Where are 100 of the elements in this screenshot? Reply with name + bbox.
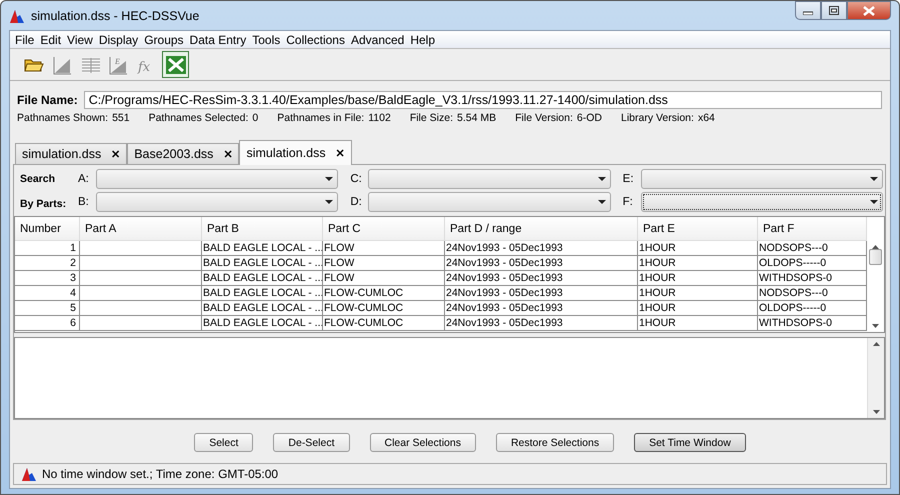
- file-tab[interactable]: simulation.dss ✕: [15, 143, 128, 164]
- menu-item[interactable]: Data Entry: [186, 32, 250, 46]
- info-value: 6-OD: [576, 112, 602, 124]
- table-cell: 24Nov1993 - 05Dec1993: [445, 286, 638, 300]
- file-tab[interactable]: simulation.dss ✕: [239, 140, 352, 165]
- dropdown-arrow-icon: [870, 200, 878, 204]
- action-button[interactable]: Set Time Window: [634, 433, 746, 452]
- status-text: No time window set.; Time zone: GMT-05:00: [42, 467, 278, 481]
- app-logo-icon: [9, 8, 25, 24]
- close-icon: [863, 6, 875, 16]
- table-cell: 2: [15, 256, 80, 270]
- table-cell: NODSOPS---0: [758, 286, 867, 300]
- column-header[interactable]: Part C: [323, 217, 445, 240]
- table-cell: 1HOUR: [638, 271, 758, 285]
- table-cell: 1HOUR: [638, 301, 758, 315]
- dropdown-arrow-icon: [598, 200, 606, 204]
- part-label: E:: [622, 173, 635, 185]
- scroll-up-icon: [872, 342, 880, 346]
- info-value: 1102: [368, 112, 391, 124]
- file-name-field[interactable]: C:/Programs/HEC-ResSim-3.3.1.40/Examples/base/BaldEagle_V3.1/rss/1993.11.27-1400/simulation.dss: [84, 91, 882, 109]
- info-value: 5.54 MB: [457, 112, 496, 124]
- maximize-button[interactable]: [821, 1, 847, 20]
- table-cell: 1HOUR: [638, 286, 758, 300]
- close-button[interactable]: [847, 1, 891, 20]
- tab-label: Base2003.dss: [134, 147, 214, 161]
- column-header[interactable]: Number: [15, 217, 80, 240]
- part-label: A:: [78, 173, 90, 185]
- info-value: 551: [112, 112, 130, 124]
- part-label: F:: [622, 196, 634, 208]
- table-cell: WITHDSOPS-0: [758, 271, 867, 285]
- column-header[interactable]: Part F: [758, 217, 867, 240]
- scrollbar[interactable]: [867, 338, 884, 418]
- column-header[interactable]: Part A: [80, 217, 202, 240]
- by-parts-label: By Parts:: [20, 198, 68, 210]
- table-cell: FLOW: [323, 241, 445, 255]
- menu-item[interactable]: Advanced: [348, 32, 408, 46]
- dropdown-arrow-icon: [870, 177, 878, 181]
- table-cell: 1HOUR: [638, 241, 758, 255]
- search-label: Search: [20, 173, 56, 186]
- action-button[interactable]: Restore Selections: [496, 433, 614, 452]
- tab-close-button[interactable]: ✕: [111, 148, 120, 160]
- menu-item[interactable]: Tools: [249, 32, 284, 46]
- menu-item[interactable]: Edit: [37, 32, 64, 46]
- table-cell: FLOW: [323, 271, 445, 285]
- part-label: D:: [350, 196, 362, 208]
- minimize-button[interactable]: [795, 1, 821, 20]
- info-label: File Version:: [515, 112, 573, 124]
- table-cell: 24Nov1993 - 05Dec1993: [445, 271, 638, 285]
- menu-item[interactable]: View: [64, 32, 96, 46]
- table-cell: 3: [15, 271, 80, 285]
- table-cell: 1HOUR: [638, 256, 758, 270]
- column-header[interactable]: Part E: [638, 217, 758, 240]
- part-dropdown[interactable]: [640, 192, 883, 212]
- column-header[interactable]: Part D / range: [445, 217, 638, 240]
- spreadsheet-icon: [164, 54, 186, 76]
- menu-item[interactable]: Help: [407, 32, 438, 46]
- table-cell: 24Nov1993 - 05Dec1993: [445, 316, 638, 330]
- table-cell: FLOW-CUMLOC: [323, 286, 445, 300]
- info-label: Library Version:: [620, 112, 694, 124]
- menu-item[interactable]: Display: [96, 32, 142, 46]
- window-title: simulation.dss - HEC-DSSVue: [31, 8, 200, 22]
- part-label: C:: [350, 173, 362, 185]
- dropdown-arrow-icon: [598, 177, 606, 181]
- table-cell: FLOW-CUMLOC: [323, 316, 445, 330]
- dropdown-arrow-icon: [325, 200, 334, 204]
- table-cell: 4: [15, 286, 80, 300]
- table-cell: 24Nov1993 - 05Dec1993: [445, 256, 638, 270]
- menu-item[interactable]: Collections: [283, 32, 348, 46]
- app-logo-icon: [21, 466, 37, 482]
- file-name-label: File Name:: [17, 93, 78, 107]
- info-value: x64: [698, 112, 715, 124]
- action-button[interactable]: Select: [194, 433, 254, 452]
- info-label: File Size:: [410, 112, 453, 124]
- tab-label: simulation.dss: [246, 146, 326, 160]
- table-cell: WITHDSOPS-0: [758, 316, 867, 330]
- tab-close-button[interactable]: ✕: [336, 146, 345, 160]
- tab-label: simulation.dss: [22, 147, 102, 161]
- file-tab[interactable]: Base2003.dss ✕: [127, 143, 240, 164]
- action-button[interactable]: Clear Selections: [370, 433, 476, 452]
- table-cell: NODSOPS---0: [758, 241, 867, 255]
- table-cell: 5: [15, 301, 80, 315]
- column-header[interactable]: Part B: [202, 217, 323, 240]
- menu-item[interactable]: Groups: [141, 32, 187, 46]
- dropdown-arrow-icon: [325, 177, 334, 181]
- menu-item[interactable]: File: [12, 32, 38, 46]
- spreadsheet-button[interactable]: [162, 51, 189, 78]
- table-cell: FLOW-CUMLOC: [323, 301, 445, 315]
- scroll-down-icon: [872, 410, 880, 414]
- info-label: Pathnames Shown:: [17, 112, 108, 124]
- table-cell: FLOW: [323, 256, 445, 270]
- part-label: B:: [78, 196, 90, 208]
- tab-close-button[interactable]: ✕: [223, 148, 232, 160]
- table-cell: OLDOPS-----0: [758, 301, 867, 315]
- info-label: Pathnames Selected:: [148, 112, 248, 124]
- table-cell: 24Nov1993 - 05Dec1993: [445, 241, 638, 255]
- action-button[interactable]: De-Select: [273, 433, 350, 452]
- scroll-down-icon: [872, 324, 879, 328]
- table-cell: 24Nov1993 - 05Dec1993: [445, 301, 638, 315]
- scroll-thumb[interactable]: [869, 249, 882, 265]
- table-cell: 6: [15, 316, 80, 330]
